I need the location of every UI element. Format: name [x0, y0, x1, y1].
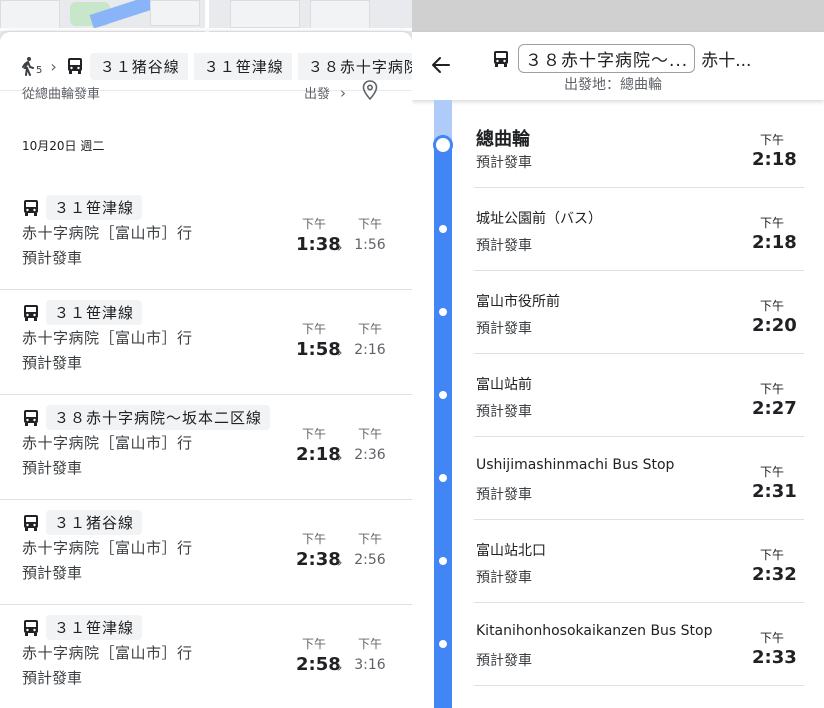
location-pin-icon[interactable] [362, 80, 378, 100]
route-chip: ３１猪谷線 [46, 510, 143, 535]
stop-name: Ushijimashinmachi Bus Stop [476, 457, 675, 473]
stop-time: 下午 2:27 [752, 382, 797, 419]
schedule-label: 預計發車 [476, 653, 532, 669]
arrival-time: 下午 3:16 [354, 637, 386, 673]
chevron-right-icon: › [337, 450, 343, 466]
stop-marker [439, 474, 447, 482]
schedule-label: 預計發車 [476, 570, 532, 586]
schedule-label: 預計發車 [476, 321, 532, 337]
schedule-label: 預計發車 [22, 669, 83, 687]
departure-time: 下午 1:58 [296, 322, 341, 360]
stop-name: 富山站前 [476, 377, 532, 393]
route-chip: ３８赤十字病院〜... [518, 44, 696, 73]
stop-time: 下午 2:18 [752, 216, 797, 253]
stop-name: 城址公園前（バス） [476, 211, 602, 227]
depart-label: 出發 [304, 87, 331, 102]
stop-name: 富山站北口 [476, 543, 546, 559]
route-destination: 赤十... [701, 51, 752, 71]
walk-icon: 5 [20, 56, 42, 76]
bus-icon [24, 409, 38, 426]
stop-row[interactable]: 總曲輪 預計發車 下午 2:18 [474, 105, 804, 188]
bus-icon [24, 199, 38, 216]
route-chip: ３１笹津線 [46, 300, 143, 325]
stop-marker [439, 225, 447, 233]
stop-row[interactable]: 富山市役所前 預計發車 下午 2:20 [474, 271, 804, 354]
stop-row[interactable]: 富山站北口 預計發車 下午 2:32 [474, 520, 804, 603]
walk-minutes: 5 [36, 65, 43, 76]
departure-time: 下午 1:38 [296, 217, 341, 255]
trip-list-panel: 5 › ３１猪谷線 ３１笹津線 ３８赤十字病院〜坂 從總曲輪發車 出發 › 10… [0, 0, 412, 708]
origin-subtitle: 出發地：總曲輪 [564, 77, 662, 93]
stop-marker [439, 391, 447, 399]
arrival-time: 下午 2:56 [354, 532, 386, 568]
schedule-label: 預計發車 [22, 249, 83, 267]
bus-icon [24, 514, 38, 531]
destination: 赤十字病院［富山市］行 [22, 539, 193, 557]
schedule-label: 預計發車 [22, 459, 83, 477]
schedule-label: 預計發車 [22, 354, 83, 372]
schedule-label: 預計發車 [22, 564, 83, 582]
trip-row[interactable]: ３８赤十字病院〜坂本二区線 赤十字病院［富山市］行 預計發車 下午 2:18 › … [0, 395, 412, 500]
schedule-label: 預計發車 [476, 487, 532, 503]
route-chip-2[interactable]: ３１笹津線 [193, 52, 292, 80]
bus-icon [66, 56, 84, 76]
route-chip-1[interactable]: ３１猪谷線 [89, 52, 188, 80]
trip-row[interactable]: ３１猪谷線 赤十字病院［富山市］行 預計發車 下午 2:38 › 下午 2:56 [0, 500, 412, 605]
stop-row[interactable]: Kitanihonhosokaikanzen Bus Stop 預計發車 下午 2… [474, 603, 804, 686]
route-track [434, 100, 452, 708]
status-area [412, 0, 824, 32]
route-chip-3[interactable]: ３８赤十字病院〜坂 [297, 52, 412, 80]
schedule-label: 預計發車 [476, 404, 532, 420]
chevron-right-icon: › [337, 555, 343, 571]
arrival-time: 下午 2:36 [354, 427, 386, 463]
stop-marker [439, 557, 447, 565]
route-summary-bar[interactable]: 5 › ３１猪谷線 ３１笹津線 ３８赤十字病院〜坂 [0, 44, 412, 88]
origin-label: 從總曲輪發車 [22, 87, 101, 102]
stop-name: 總曲輪 [476, 129, 530, 150]
depart-button[interactable]: 出發 › [304, 83, 347, 103]
chevron-right-icon: › [337, 660, 343, 676]
stop-row[interactable]: Ushijimashinmachi Bus Stop 預計發車 下午 2:31 [474, 437, 804, 520]
stop-time: 下午 2:20 [752, 299, 797, 336]
back-arrow-icon[interactable] [430, 54, 452, 76]
departure-time: 下午 2:18 [296, 427, 341, 465]
schedule-label: 預計發車 [476, 238, 532, 254]
stop-marker [439, 308, 447, 316]
stop-time: 下午 2:32 [752, 548, 797, 585]
chevron-right-icon: › [337, 345, 343, 361]
stop-row[interactable]: 富山站前 預計發車 下午 2:27 [474, 354, 804, 437]
current-stop-marker [433, 135, 453, 155]
stop-time: 下午 2:18 [752, 133, 797, 170]
destination: 赤十字病院［富山市］行 [22, 644, 193, 662]
departure-time: 下午 2:58 [296, 637, 341, 675]
destination: 赤十字病院［富山市］行 [22, 224, 193, 242]
stop-marker [439, 640, 447, 648]
bus-icon [24, 619, 38, 636]
bus-icon [24, 304, 38, 321]
stop-time: 下午 2:33 [752, 631, 797, 668]
chevron-right-icon: › [337, 240, 343, 256]
route-header: ３８赤十字病院〜... 赤十... 出發地：總曲輪 [412, 32, 824, 100]
trip-row[interactable]: ３１笹津線 赤十字病院［富山市］行 預計發車 下午 2:58 › 下午 3:16 [0, 605, 412, 708]
schedule-label: 預計發車 [476, 155, 532, 171]
route-chip: ３１笹津線 [46, 615, 143, 640]
route-chip: ３１笹津線 [46, 195, 143, 220]
bus-icon [494, 50, 508, 67]
date-label: 10月20日 週二 [22, 139, 105, 153]
arrival-time: 下午 1:56 [354, 217, 386, 253]
destination: 赤十字病院［富山市］行 [22, 434, 193, 452]
route-chip: ３８赤十字病院〜坂本二区線 [46, 405, 271, 430]
chevron-right-icon: › [50, 56, 57, 76]
stop-time: 下午 2:31 [752, 465, 797, 502]
trip-row[interactable]: ３１笹津線 赤十字病院［富山市］行 預計發車 下午 1:58 › 下午 2:16 [0, 290, 412, 395]
trip-row[interactable]: ３１笹津線 赤十字病院［富山市］行 預計發車 下午 1:38 › 下午 1:56 [0, 185, 412, 290]
stop-row[interactable]: 城址公園前（バス） 預計發車 下午 2:18 [474, 188, 804, 271]
destination: 赤十字病院［富山市］行 [22, 329, 193, 347]
departure-time: 下午 2:38 [296, 532, 341, 570]
stop-name: 富山市役所前 [476, 294, 560, 310]
stop-name: Kitanihonhosokaikanzen Bus Stop [476, 623, 713, 639]
arrival-time: 下午 2:16 [354, 322, 386, 358]
route-detail-panel: ３８赤十字病院〜... 赤十... 出發地：總曲輪 總曲輪 預計發車 下午 2:1… [412, 0, 824, 708]
chevron-right-icon: › [340, 83, 347, 102]
